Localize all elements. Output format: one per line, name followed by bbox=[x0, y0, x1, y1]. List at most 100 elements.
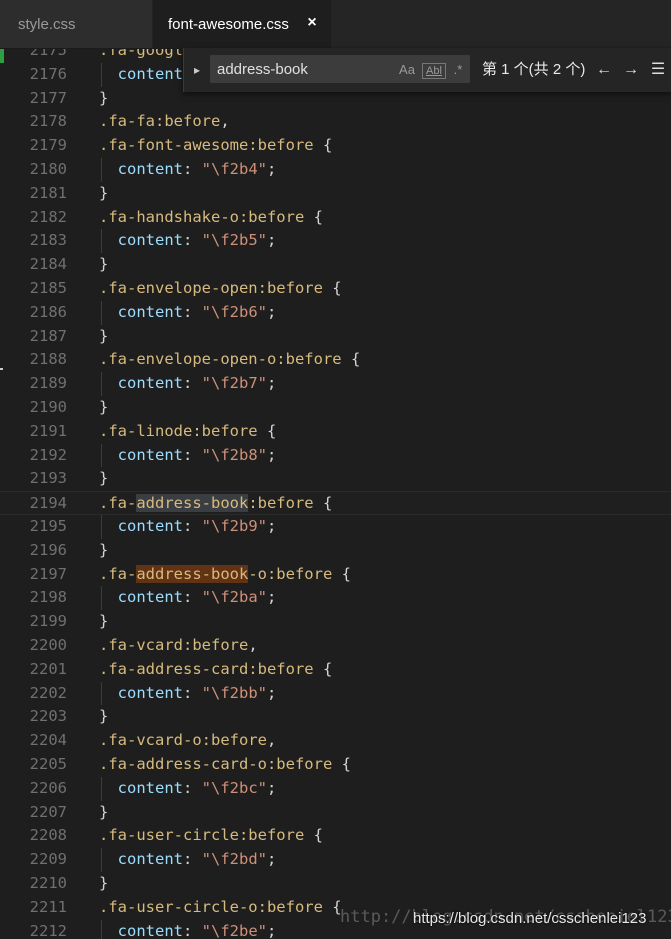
code-text: content: "\f2b6"; bbox=[117, 302, 277, 321]
code-text: content: "\f2b9"; bbox=[117, 517, 277, 535]
code-text: } bbox=[99, 398, 109, 416]
line-number: 2193 bbox=[29, 469, 67, 488]
code-text: } bbox=[99, 469, 109, 488]
code-line[interactable]: 2205 .fa-address-card-o:before { bbox=[0, 753, 671, 777]
code-line[interactable]: 2191 .fa-linode:before { bbox=[0, 420, 671, 444]
code-text: .fa-envelope-open-o:before { bbox=[99, 350, 361, 369]
code-text: } bbox=[99, 183, 109, 202]
code-text: } bbox=[99, 874, 109, 892]
find-match: address-book bbox=[136, 564, 249, 583]
regex-button[interactable]: .* bbox=[449, 60, 467, 80]
match-case-button[interactable]: Aa bbox=[396, 60, 418, 80]
line-number: 2175 bbox=[29, 49, 67, 59]
arrow-left-icon[interactable]: ← bbox=[594, 60, 614, 80]
code-line[interactable]: 2196} bbox=[0, 539, 671, 563]
code-line[interactable]: 2186 content: "\f2b6"; bbox=[0, 300, 671, 325]
code-text: .fa-address-card:before { bbox=[99, 659, 333, 678]
code-text: .fa-address-card-o:before { bbox=[99, 755, 351, 773]
code-line[interactable]: 2180 content: "\f2b4"; bbox=[0, 158, 671, 182]
code-line[interactable]: 2208 .fa-user-circle:before { bbox=[0, 824, 671, 848]
code-text: .fa-user-circle:before { bbox=[99, 826, 323, 845]
code-text: .fa-font-awesome:before { bbox=[99, 136, 333, 155]
find-match: address-book bbox=[136, 494, 249, 513]
code-line[interactable]: 2195 content: "\f2b9"; bbox=[0, 515, 671, 539]
line-number: 2197 bbox=[29, 564, 67, 583]
code-text: } bbox=[99, 802, 109, 821]
line-number: 2202 bbox=[29, 683, 67, 702]
code-line[interactable]: 2189 content: "\f2b7"; bbox=[0, 372, 671, 396]
code-line[interactable]: 2181} bbox=[0, 182, 671, 206]
line-number: 2190 bbox=[29, 398, 67, 416]
line-number: 2199 bbox=[29, 612, 67, 631]
line-number: 2206 bbox=[29, 778, 67, 797]
code-editor[interactable]: 2175.fa-google-plus-circle:before,2176 c… bbox=[0, 49, 671, 939]
line-number: 2205 bbox=[29, 755, 67, 773]
code-line[interactable]: 2207} bbox=[0, 801, 671, 825]
watermark: https://blog.csdn.net/csschenlei123 bbox=[413, 910, 647, 927]
line-number: 2187 bbox=[29, 326, 67, 345]
close-icon[interactable]: × bbox=[303, 14, 321, 32]
code-text: content: "\f2bd"; bbox=[117, 850, 277, 869]
code-line[interactable]: 2201 .fa-address-card:before { bbox=[0, 658, 671, 682]
code-line[interactable]: 2182 .fa-handshake-o:before { bbox=[0, 206, 671, 230]
code-line[interactable]: 2202 content: "\f2bb"; bbox=[0, 681, 671, 706]
code-text: .fa-address-book:before { bbox=[99, 494, 333, 513]
code-line[interactable]: 2198 content: "\f2ba"; bbox=[0, 586, 671, 611]
line-number: 2198 bbox=[29, 588, 67, 607]
code-line[interactable]: 2210} bbox=[0, 872, 671, 896]
code-text: .fa-vcard:before, bbox=[99, 636, 258, 654]
code-text: content: "\f2b4"; bbox=[117, 160, 277, 178]
code-text: } bbox=[99, 326, 109, 345]
tab-label: font-awesome.css bbox=[168, 15, 289, 33]
code-line[interactable]: 2204 .fa-vcard-o:before, bbox=[0, 729, 671, 753]
tab-font-awesome-css[interactable]: font-awesome.css × bbox=[153, 0, 331, 48]
code-line[interactable]: 2184} bbox=[0, 253, 671, 277]
code-text: } bbox=[99, 88, 109, 107]
code-text: content: "\f2bb"; bbox=[117, 683, 277, 702]
scroll-marker bbox=[0, 368, 3, 370]
code-line[interactable]: 2185 .fa-envelope-open:before { bbox=[0, 277, 671, 301]
line-number: 2211 bbox=[29, 897, 67, 916]
line-number: 2192 bbox=[29, 445, 67, 464]
line-number: 2208 bbox=[29, 826, 67, 845]
code-text: content: "\f2b7"; bbox=[117, 374, 277, 393]
line-number: 2182 bbox=[29, 207, 67, 226]
code-text: content: "\f2be"; bbox=[117, 921, 277, 939]
code-text: .fa-envelope-open:before { bbox=[99, 279, 342, 297]
line-number: 2189 bbox=[29, 374, 67, 393]
code-line[interactable]: 2190} bbox=[0, 396, 671, 420]
chevron-right-icon[interactable]: ▸ bbox=[190, 60, 204, 80]
line-number: 2203 bbox=[29, 707, 67, 726]
code-line[interactable]: 2203} bbox=[0, 705, 671, 729]
code-line[interactable]: 2194 .fa-address-book:before { bbox=[0, 491, 671, 515]
arrow-right-icon[interactable]: → bbox=[621, 60, 641, 80]
line-number: 2207 bbox=[29, 802, 67, 821]
code-line[interactable]: 2179 .fa-font-awesome:before { bbox=[0, 134, 671, 158]
line-number: 2194 bbox=[29, 494, 67, 513]
code-text: .fa-fa:before, bbox=[99, 112, 230, 131]
find-in-selection-icon[interactable]: ☰ bbox=[648, 60, 668, 80]
code-text: .fa-address-book-o:before { bbox=[99, 564, 351, 583]
code-line[interactable]: 2183 content: "\f2b5"; bbox=[0, 229, 671, 254]
code-text: .fa-linode:before { bbox=[99, 421, 277, 440]
code-line[interactable]: 2200 .fa-vcard:before, bbox=[0, 634, 671, 658]
line-number: 2196 bbox=[29, 540, 67, 559]
code-line[interactable]: 2193} bbox=[0, 467, 671, 491]
code-line[interactable]: 2192 content: "\f2b8"; bbox=[0, 443, 671, 468]
code-line[interactable]: 2197 .fa-address-book-o:before { bbox=[0, 563, 671, 587]
line-number: 2183 bbox=[29, 231, 67, 250]
code-line[interactable]: 2206 content: "\f2bc"; bbox=[0, 776, 671, 801]
code-line[interactable]: 2187} bbox=[0, 325, 671, 349]
match-whole-word-button[interactable]: Abl bbox=[422, 63, 446, 79]
tab-style-css[interactable]: style.css bbox=[0, 0, 153, 48]
code-text: } bbox=[99, 612, 109, 631]
code-line[interactable]: 2178 .fa-fa:before, bbox=[0, 110, 671, 134]
line-number: 2178 bbox=[29, 112, 67, 131]
line-number: 2181 bbox=[29, 183, 67, 202]
code-line[interactable]: 2199} bbox=[0, 610, 671, 634]
line-number: 2185 bbox=[29, 279, 67, 297]
line-number: 2176 bbox=[29, 64, 67, 83]
code-line[interactable]: 2209 content: "\f2bd"; bbox=[0, 848, 671, 872]
line-number: 2210 bbox=[29, 874, 67, 892]
code-line[interactable]: 2188 .fa-envelope-open-o:before { bbox=[0, 348, 671, 372]
